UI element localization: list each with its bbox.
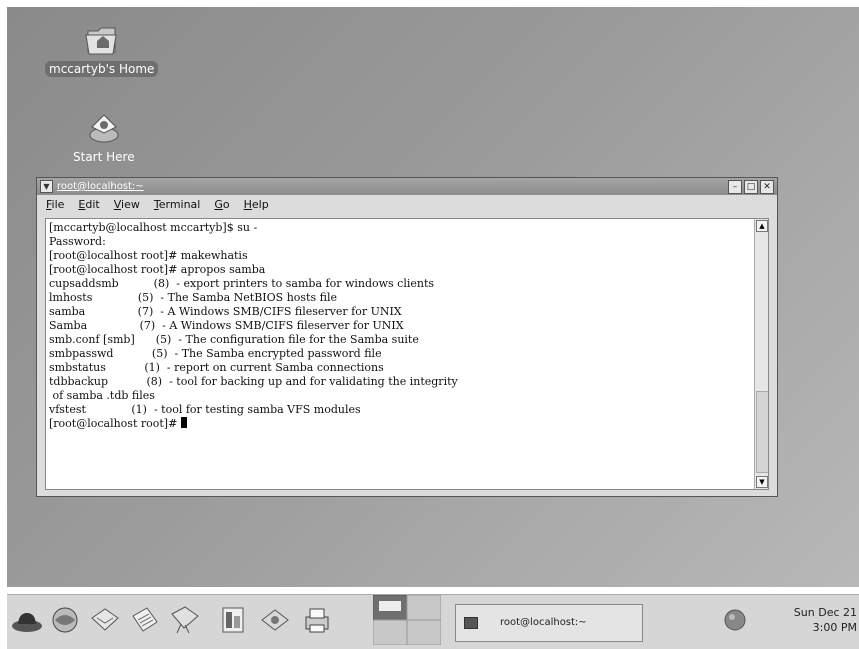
terminal-window: ▼ root@localhost:~ – □ ✕ File Edit View … <box>36 177 778 497</box>
terminal-line: smb.conf [smb] (5) - The configuration f… <box>49 333 419 346</box>
terminal-line: [root@localhost root]# makewhatis <box>49 249 248 262</box>
panel-clock[interactable]: Sun Dec 21 3:00 PM <box>794 605 857 635</box>
maximize-icon[interactable]: □ <box>744 180 758 194</box>
minimize-icon[interactable]: – <box>728 180 742 194</box>
start-here-icon-label: Start Here <box>73 150 135 164</box>
menu-file[interactable]: File <box>46 195 64 215</box>
terminal-line: lmhosts (5) - The Samba NetBIOS hosts fi… <box>49 291 337 304</box>
window-menu-icon[interactable]: ▼ <box>40 180 53 193</box>
text-cursor <box>180 417 187 428</box>
terminal-line: [mccartyb@localhost mccartyb]$ su - <box>49 221 258 234</box>
menu-terminal[interactable]: Terminal <box>154 195 201 215</box>
terminal-output[interactable]: [mccartyb@localhost mccartyb]$ su - Pass… <box>45 218 769 490</box>
scrollbar-thumb[interactable] <box>756 391 768 473</box>
scroll-down-icon[interactable]: ▼ <box>756 476 768 488</box>
terminal-line: tdbbackup (8) - tool for backing up and … <box>49 375 458 388</box>
terminal-prompt: [root@localhost root]# <box>49 417 181 430</box>
scroll-up-icon[interactable]: ▲ <box>756 220 768 232</box>
home-icon-label: mccartyb's Home <box>45 61 159 77</box>
home-desktop-icon[interactable]: mccartyb's Home <box>45 21 159 77</box>
writer-document-icon[interactable] <box>129 604 161 636</box>
start-here-desktop-icon[interactable]: Start Here <box>69 109 139 165</box>
close-icon[interactable]: ✕ <box>760 180 774 194</box>
update-notifier-icon[interactable] <box>723 608 747 632</box>
window-titlebar[interactable]: ▼ root@localhost:~ – □ ✕ <box>37 178 777 195</box>
home-folder-icon <box>85 27 117 55</box>
terminal-task-icon <box>464 617 478 629</box>
bottom-panel: root@localhost:~ Sun Dec 21 3:00 PM <box>7 594 859 649</box>
window-title: root@localhost:~ <box>57 181 144 192</box>
terminal-line: cupsaddsmb (8) - export printers to samb… <box>49 277 435 290</box>
terminal-menubar: File Edit View Terminal Go Help <box>37 195 777 215</box>
print-manager-icon[interactable] <box>259 604 291 636</box>
terminal-scrollbar[interactable]: ▲ ▼ <box>754 219 768 489</box>
desktop: mccartyb's Home Start Here ▼ root@localh… <box>7 7 859 587</box>
terminal-line: Password: <box>49 235 106 248</box>
terminal-line: smbpasswd (5) - The Samba encrypted pass… <box>49 347 382 360</box>
terminal-line: smbstatus (1) - report on current Samba … <box>49 361 384 374</box>
email-client-icon[interactable] <box>89 604 121 636</box>
menu-go[interactable]: Go <box>214 195 229 215</box>
clock-date: Sun Dec 21 <box>793 606 857 619</box>
presentation-icon[interactable] <box>169 604 201 636</box>
terminal-line: [root@localhost root]# apropos samba <box>49 263 266 276</box>
menu-edit[interactable]: Edit <box>78 195 99 215</box>
terminal-line: Samba (7) - A Windows SMB/CIFS fileserve… <box>49 319 404 332</box>
spreadsheet-icon[interactable] <box>217 604 249 636</box>
clock-time: 3:00 PM <box>812 621 857 634</box>
terminal-line: vfstest (1) - tool for testing samba VFS… <box>49 403 361 416</box>
web-browser-icon[interactable] <box>49 604 81 636</box>
menu-help[interactable]: Help <box>244 195 269 215</box>
taskbar-terminal-button[interactable]: root@localhost:~ <box>455 604 643 642</box>
taskbar-terminal-label: root@localhost:~ <box>500 617 587 628</box>
red-hat-menu-icon[interactable] <box>11 604 43 636</box>
menu-view[interactable]: View <box>114 195 140 215</box>
workspace-switcher[interactable] <box>373 595 441 645</box>
start-here-icon <box>89 114 119 143</box>
printer-icon[interactable] <box>301 604 333 636</box>
terminal-line: samba (7) - A Windows SMB/CIFS fileserve… <box>49 305 402 318</box>
terminal-line: of samba .tdb files <box>49 389 155 402</box>
